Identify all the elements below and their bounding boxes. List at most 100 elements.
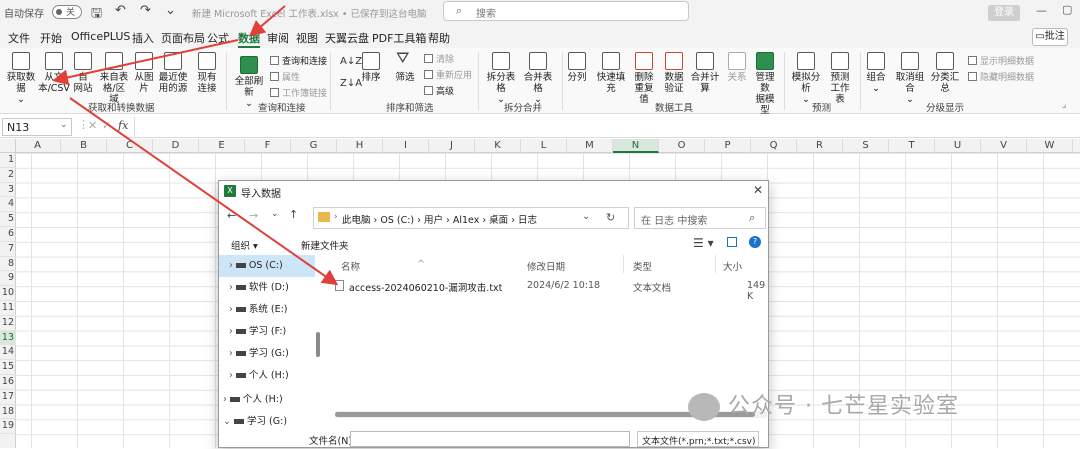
advanced-filter-button[interactable]: 高级 xyxy=(424,84,454,97)
minimize-icon[interactable]: — xyxy=(1036,4,1047,17)
row-header[interactable]: 2 xyxy=(0,168,16,183)
breadcrumb-item[interactable]: 桌面 xyxy=(489,215,508,226)
reapply-button[interactable]: 重新应用 xyxy=(424,68,472,81)
column-header[interactable]: A xyxy=(15,139,61,153)
row-header[interactable]: 5 xyxy=(0,212,16,227)
menu-review[interactable]: 审阅 xyxy=(267,30,289,46)
what-if-analysis-button[interactable]: 模拟分析 ⌄ xyxy=(788,52,824,105)
menu-file[interactable]: 文件 xyxy=(8,30,30,46)
nav-item[interactable]: › 系统 (E:) xyxy=(219,299,315,321)
save-icon[interactable]: 🖫 xyxy=(91,4,102,26)
nav-item[interactable]: › OS (C:) xyxy=(219,255,315,277)
organize-button[interactable]: 组织 ▾ xyxy=(231,238,258,252)
select-all-corner[interactable] xyxy=(0,139,16,153)
column-type-header[interactable]: 类型 xyxy=(633,259,652,273)
nav-item[interactable]: › 学习 (F:) xyxy=(219,321,315,343)
row-header[interactable]: 10 xyxy=(0,286,16,301)
recent-sources-button[interactable]: 最近使 用的源 xyxy=(158,52,188,94)
menu-view[interactable]: 视图 xyxy=(296,30,318,46)
subtotal-button[interactable]: 分类汇总 xyxy=(928,52,962,94)
filter-button[interactable]: ⛛ 筛选 xyxy=(394,50,416,84)
column-header[interactable]: M xyxy=(567,139,613,153)
filename-input[interactable] xyxy=(350,431,630,447)
get-data-button[interactable]: 获取数据 ⌄ xyxy=(6,52,36,105)
forward-arrow-icon[interactable]: → xyxy=(249,209,258,222)
column-header[interactable]: B xyxy=(61,139,107,153)
login-button[interactable]: 登录 xyxy=(988,5,1020,21)
column-header[interactable]: D xyxy=(153,139,199,153)
column-header[interactable]: F xyxy=(245,139,291,153)
file-row[interactable]: access-2024060210-漏洞攻击.txt 2024/6/2 10:1… xyxy=(335,278,765,302)
merge-table-button[interactable]: 合并表格 ⌄ xyxy=(520,52,556,105)
column-header[interactable]: J xyxy=(429,139,475,153)
column-header[interactable]: T xyxy=(889,139,935,153)
view-options-icon[interactable]: ☰ ▾ xyxy=(693,236,714,250)
from-picture-button[interactable]: 从图 片 xyxy=(132,52,156,94)
sort-button[interactable]: 排序 xyxy=(360,52,382,83)
dialog-launcher-icon[interactable]: ⌟ xyxy=(1062,100,1066,110)
up-arrow-icon[interactable]: ↑ xyxy=(289,208,298,221)
workbook-links-button[interactable]: 工作簿链接 xyxy=(270,86,327,99)
ungroup-button[interactable]: 取消组合 ⌄ xyxy=(892,52,928,105)
column-header[interactable]: C xyxy=(107,139,153,153)
flash-fill-button[interactable]: 快速填充 xyxy=(594,52,628,94)
row-header[interactable]: 12 xyxy=(0,316,16,331)
column-header[interactable]: W xyxy=(1027,139,1073,153)
breadcrumb-item[interactable]: 此电脑 xyxy=(342,215,371,226)
column-size-header[interactable]: 大小 xyxy=(723,259,742,273)
row-header[interactable]: 14 xyxy=(0,345,16,361)
column-header[interactable]: P xyxy=(705,139,751,153)
new-folder-button[interactable]: 新建文件夹 xyxy=(301,238,349,252)
row-header[interactable]: 3 xyxy=(0,183,16,198)
existing-connections-button[interactable]: 现有 连接 xyxy=(195,52,219,94)
group-button[interactable]: 组合 ⌄ xyxy=(864,52,888,94)
consolidate-button[interactable]: 合并计算 xyxy=(688,52,722,94)
row-header[interactable]: 4 xyxy=(0,197,16,213)
address-dropdown-icon[interactable]: ⌄ xyxy=(582,211,590,222)
menu-home[interactable]: 开始 xyxy=(40,30,62,46)
column-header[interactable]: U xyxy=(935,139,981,153)
from-table-range-button[interactable]: 来自表 格/区域 xyxy=(99,52,129,105)
clear-filter-button[interactable]: 清除 xyxy=(424,52,454,65)
from-text-csv-button[interactable]: 从文 本/CSV xyxy=(38,52,70,94)
show-detail-button[interactable]: 显示明细数据 xyxy=(968,54,1034,67)
menu-insert[interactable]: 插入 xyxy=(132,30,154,46)
from-web-button[interactable]: 自 网站 xyxy=(72,52,94,94)
menu-officeplus[interactable]: OfficePLUS xyxy=(71,30,130,43)
row-header[interactable]: 8 xyxy=(0,257,16,272)
row-header[interactable]: 11 xyxy=(0,301,16,316)
dialog-search-input[interactable]: 在 日志 中搜索 ⌕ xyxy=(634,207,766,229)
undo-icon[interactable]: ↶ xyxy=(115,3,126,18)
column-header[interactable]: I xyxy=(383,139,429,153)
insert-function-icon[interactable]: fx xyxy=(118,119,128,132)
column-header[interactable]: R xyxy=(797,139,843,153)
nav-item[interactable]: › 个人 (H:) xyxy=(219,365,315,387)
address-bar[interactable]: › 此电脑 › OS (C:) › 用户 › Al1ex › 桌面 › 日志 ⌄… xyxy=(313,207,629,229)
redo-icon[interactable]: ↷ xyxy=(140,3,151,18)
row-header[interactable]: 9 xyxy=(0,271,16,287)
recent-locations-icon[interactable]: ⌄ xyxy=(271,209,279,219)
data-validation-button[interactable]: 数据验证 xyxy=(660,52,688,94)
menu-tianyi-cloud[interactable]: 天翼云盘 xyxy=(325,30,369,46)
back-arrow-icon[interactable]: ← xyxy=(227,209,236,222)
menu-data[interactable]: 数据 xyxy=(238,30,260,48)
column-header[interactable]: H xyxy=(337,139,383,153)
forecast-sheet-button[interactable]: 预测 工作表 xyxy=(826,52,854,105)
row-header[interactable]: 17 xyxy=(0,390,16,405)
dialog-close-icon[interactable]: ✕ xyxy=(753,183,763,197)
column-header[interactable]: G xyxy=(291,139,337,153)
cancel-icon[interactable]: ✕ xyxy=(88,119,97,132)
filetype-select[interactable]: 文本文件(*.prn;*.txt;*.csv) ⌄ xyxy=(637,431,759,447)
row-header[interactable]: 15 xyxy=(0,360,16,375)
row-header[interactable]: 13 xyxy=(0,330,16,346)
row-header[interactable]: 19 xyxy=(0,419,16,435)
row-header[interactable]: 7 xyxy=(0,242,16,257)
restore-icon[interactable]: ▢ xyxy=(1062,3,1072,16)
row-header[interactable]: 6 xyxy=(0,227,16,242)
column-name-header[interactable]: 名称 xyxy=(341,259,360,273)
comment-button[interactable]: ▭批注 xyxy=(1032,28,1068,46)
nav-item[interactable]: › 学习 (G:) xyxy=(219,343,315,365)
menu-formulas[interactable]: 公式 xyxy=(207,30,229,46)
row-header[interactable]: 16 xyxy=(0,375,16,390)
relationships-button[interactable]: 关系 xyxy=(726,52,748,83)
